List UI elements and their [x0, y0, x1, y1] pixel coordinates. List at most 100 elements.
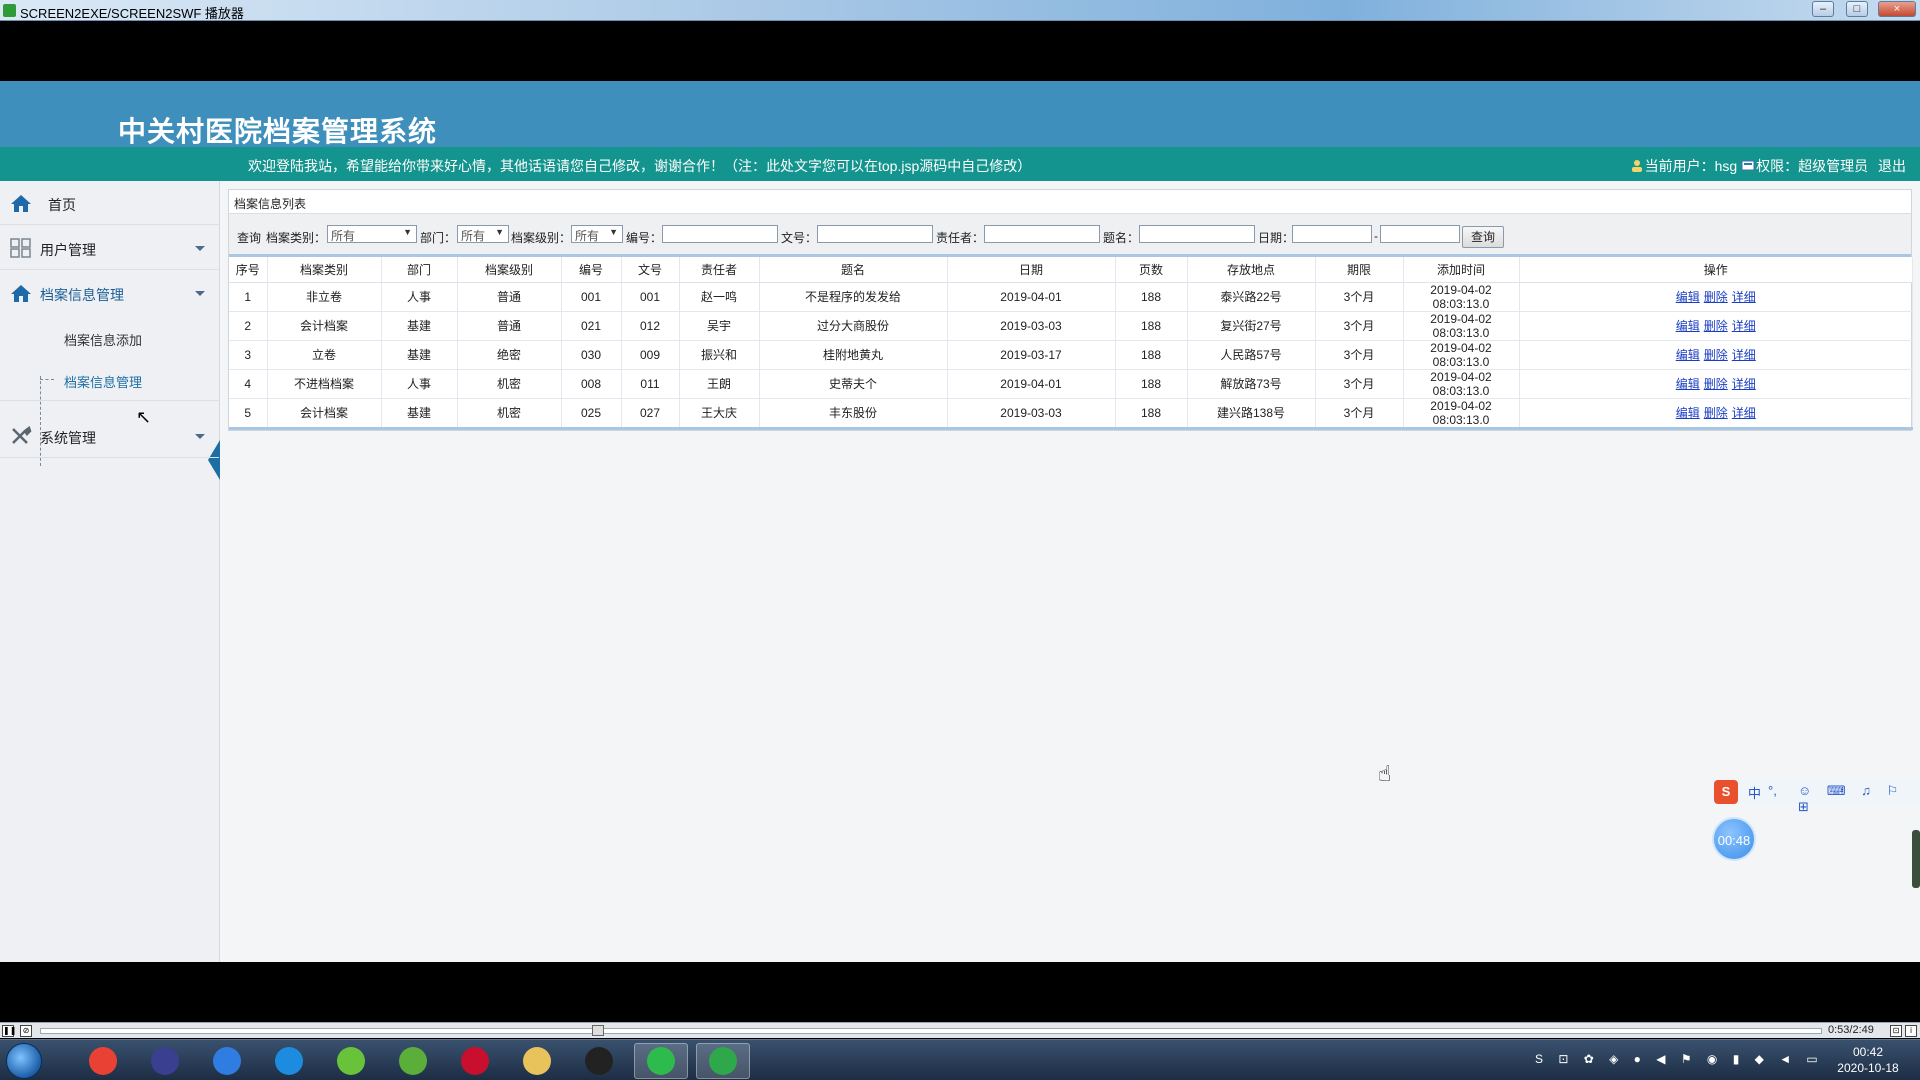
- table-cell: 188: [1115, 340, 1188, 370]
- table-cell: 建兴路138号: [1187, 398, 1316, 430]
- taskbar-app[interactable]: [572, 1043, 626, 1079]
- window-titlebar: SCREEN2EXE/SCREEN2SWF 播放器 – □ ×: [0, 0, 1920, 21]
- edit-link[interactable]: 编辑: [1676, 348, 1700, 362]
- ime-tools[interactable]: ☺ ⌨ ♫ ⚐ ⊞: [1798, 783, 1920, 815]
- sidebar-subitem-archive-add[interactable]: 档案信息添加: [0, 317, 219, 359]
- maximize-button[interactable]: □: [1846, 1, 1868, 17]
- column-header: 序号: [229, 257, 268, 283]
- detail-link[interactable]: 详细: [1732, 377, 1756, 391]
- system-tray[interactable]: S ⊡ ✿ ◈ ● ◀ ⚑ ◉ ▮ ◆ ◄ ▭: [1535, 1052, 1824, 1066]
- chevron-down-icon: [195, 434, 205, 439]
- date-start-input[interactable]: [1292, 225, 1372, 243]
- table-cell: 桂附地黄丸: [759, 340, 948, 370]
- detail-link[interactable]: 详细: [1732, 348, 1756, 362]
- delete-link[interactable]: 删除: [1704, 319, 1728, 333]
- seek-thumb[interactable]: [592, 1025, 605, 1036]
- side-handle[interactable]: [1912, 830, 1920, 888]
- table-cell: 1: [229, 282, 268, 312]
- table-cell: 188: [1115, 369, 1188, 399]
- column-header: 日期: [947, 257, 1116, 283]
- chevron-down-icon: [195, 246, 205, 251]
- seek-bar[interactable]: [40, 1028, 1822, 1034]
- search-button[interactable]: 查询: [1462, 226, 1504, 248]
- chevron-down-icon: ▼: [403, 227, 412, 237]
- number-input[interactable]: [662, 225, 778, 243]
- sidebar-item-user-management[interactable]: 用户管理: [0, 226, 219, 270]
- chevron-down-icon: ▼: [495, 227, 504, 237]
- table-cell: 基建: [381, 398, 458, 430]
- chevron-down-icon: ▼: [609, 227, 618, 237]
- edit-link[interactable]: 编辑: [1676, 377, 1700, 391]
- detail-link[interactable]: 详细: [1732, 290, 1756, 304]
- sidebar-label-archive-management: 档案信息管理: [40, 287, 124, 303]
- logout-link[interactable]: 退出: [1878, 158, 1906, 174]
- archive-table: 序号 档案类别 部门 档案级别 编号 文号 责任者 题名 日期 页数 存放地点 期限 添加时间 操作 1非…: [229, 257, 1913, 430]
- pause-icon[interactable]: ❚❚: [2, 1025, 16, 1037]
- recording-timer[interactable]: 00:48: [1712, 817, 1756, 861]
- table-cell: 2019-04-02 08:03:13.0: [1403, 311, 1520, 341]
- taskbar-app[interactable]: [138, 1043, 192, 1079]
- taskbar-app[interactable]: [634, 1043, 688, 1079]
- level-label: 档案级别：: [511, 231, 572, 245]
- clock-date: 2020-10-18: [1837, 1061, 1899, 1075]
- category-select[interactable]: 所有 ▼: [327, 225, 417, 243]
- taskbar-app[interactable]: [262, 1043, 316, 1079]
- taskbar-app[interactable]: [386, 1043, 440, 1079]
- table-cell: 机密: [457, 369, 562, 399]
- table-cell: 021: [561, 311, 622, 341]
- panel-title: 档案信息列表: [229, 190, 1911, 214]
- sidebar-item-system-management[interactable]: 系统管理: [0, 414, 219, 458]
- sidebar-item-home[interactable]: 首页: [0, 181, 219, 225]
- table-cell: 立卷: [267, 340, 382, 370]
- clock[interactable]: 00:42 2020-10-18: [1826, 1044, 1910, 1076]
- doc-number-input[interactable]: [817, 225, 933, 243]
- table-cell: 3个月: [1315, 311, 1404, 341]
- taskbar-app[interactable]: [510, 1043, 564, 1079]
- edit-link[interactable]: 编辑: [1676, 290, 1700, 304]
- ime-mode[interactable]: 中: [1748, 783, 1761, 802]
- owner-input[interactable]: [984, 225, 1100, 243]
- info-icon[interactable]: i: [1905, 1025, 1917, 1037]
- minimize-button[interactable]: –: [1812, 1, 1834, 17]
- table-cell: 2019-04-01: [947, 282, 1116, 312]
- table-cell: 会计档案: [267, 311, 382, 341]
- close-button[interactable]: ×: [1878, 1, 1916, 17]
- table-cell: 赵一鸣: [679, 282, 760, 312]
- dept-select[interactable]: 所有 ▼: [457, 225, 509, 243]
- delete-link[interactable]: 删除: [1704, 348, 1728, 362]
- table-cell: 基建: [381, 340, 458, 370]
- delete-link[interactable]: 删除: [1704, 290, 1728, 304]
- delete-link[interactable]: 删除: [1704, 377, 1728, 391]
- edit-link[interactable]: 编辑: [1676, 406, 1700, 420]
- folder-icon: [523, 1047, 551, 1075]
- table-cell: 5: [229, 398, 268, 430]
- sidebar-item-archive-management[interactable]: 档案信息管理: [0, 271, 219, 315]
- taskbar-app[interactable]: [76, 1043, 130, 1079]
- taskbar-app[interactable]: [696, 1043, 750, 1079]
- start-button[interactable]: [6, 1043, 42, 1079]
- table-cell: 011: [621, 369, 680, 399]
- ime-punct[interactable]: °,: [1768, 783, 1777, 798]
- loop-icon[interactable]: ⊘: [20, 1025, 32, 1037]
- detail-link[interactable]: 详细: [1732, 319, 1756, 333]
- column-header: 部门: [381, 257, 458, 283]
- taskbar-app[interactable]: [200, 1043, 254, 1079]
- date-end-input[interactable]: [1380, 225, 1460, 243]
- taskbar-app[interactable]: [324, 1043, 378, 1079]
- level-select[interactable]: 所有 ▼: [571, 225, 623, 243]
- sidebar: 首页 用户管理 档案信息管理 档案信息添加 档案信息管理 系统管理: [0, 181, 220, 962]
- table-cell: 2019-04-01: [947, 369, 1116, 399]
- edit-link[interactable]: 编辑: [1676, 319, 1700, 333]
- title-input[interactable]: [1139, 225, 1255, 243]
- ime-toolbar[interactable]: S 中 °, ☺ ⌨ ♫ ⚐ ⊞: [1712, 780, 1920, 814]
- sidebar-label-user-management: 用户管理: [40, 242, 96, 258]
- detail-link[interactable]: 详细: [1732, 406, 1756, 420]
- fullscreen-icon[interactable]: ⊡: [1890, 1025, 1902, 1037]
- doc-number-label: 文号：: [781, 231, 818, 245]
- taskbar-app[interactable]: [448, 1043, 502, 1079]
- mouse-cursor: ↖: [136, 407, 152, 427]
- table-cell: 3: [229, 340, 268, 370]
- delete-link[interactable]: 删除: [1704, 406, 1728, 420]
- sidebar-subitem-archive-manage[interactable]: 档案信息管理: [0, 359, 219, 401]
- table-cell: 2019-03-17: [947, 340, 1116, 370]
